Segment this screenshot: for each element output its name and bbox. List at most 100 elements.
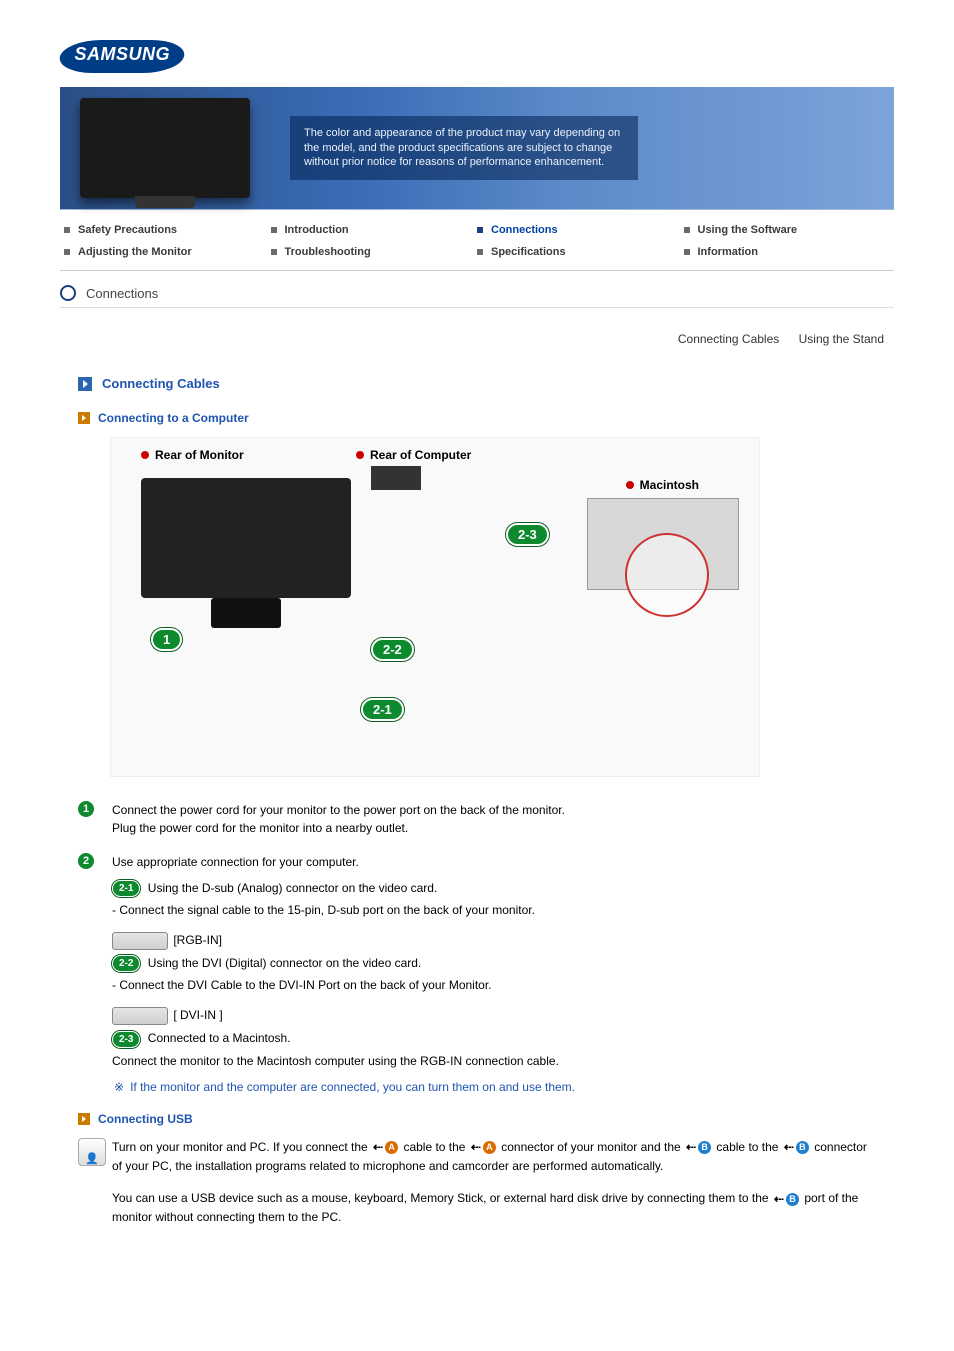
- arrow-square-icon: [78, 412, 90, 424]
- connection-note: ※ If the monitor and the computer are co…: [114, 1080, 894, 1094]
- nav-label: Adjusting the Monitor: [78, 246, 192, 258]
- nav-label: Connections: [491, 224, 558, 236]
- nav-label: Using the Software: [698, 224, 798, 236]
- nav-introduction[interactable]: Introduction: [271, 220, 478, 240]
- samsung-logo-text: SAMSUNG: [75, 44, 171, 65]
- diagram-monitor-back: [141, 478, 351, 598]
- step-text: Plug the power cord for the monitor into…: [112, 821, 408, 835]
- header-banner: The color and appearance of the product …: [60, 87, 894, 210]
- subtab-connecting-cables[interactable]: Connecting Cables: [678, 332, 779, 346]
- substep-head: Using the DVI (Digital) connector on the…: [148, 956, 421, 970]
- step-text: Use appropriate connection for your comp…: [112, 855, 359, 869]
- heading-connecting-cables: Connecting Cables: [78, 376, 894, 391]
- arrow-square-icon: [78, 1113, 90, 1125]
- nav-using-the-software[interactable]: Using the Software: [684, 220, 891, 240]
- substep-head: Connected to a Macintosh.: [148, 1031, 291, 1045]
- banner-note-text: The color and appearance of the product …: [290, 116, 638, 181]
- nav-label: Specifications: [491, 246, 566, 258]
- section-indicator: Connections: [60, 285, 894, 308]
- heading-text: Connecting Cables: [102, 376, 220, 391]
- step-body: Use appropriate connection for your comp…: [112, 853, 876, 871]
- square-bullet-icon: [684, 249, 690, 255]
- port-label: [RGB-IN]: [173, 933, 222, 947]
- ring-icon: [60, 285, 76, 301]
- diagram-badge-2-3: 2-3: [506, 523, 549, 546]
- badge-2-2: 2-2: [112, 955, 140, 972]
- subtab-using-the-stand[interactable]: Using the Stand: [799, 332, 884, 346]
- label-macintosh: Macintosh: [626, 478, 699, 492]
- square-bullet-icon: [477, 249, 483, 255]
- badge-2-1: 2-1: [112, 880, 140, 897]
- note-text: If the monitor and the computer are conn…: [130, 1080, 575, 1094]
- usb-b-cable-icon: ⇠B: [686, 1138, 711, 1157]
- nav-label: Troubleshooting: [285, 246, 371, 258]
- red-dot-icon: [356, 451, 364, 459]
- circle-2-icon: 2: [78, 853, 94, 869]
- step-2: 2 Use appropriate connection for your co…: [78, 853, 876, 871]
- usb-text: connector of your monitor and the: [501, 1140, 684, 1154]
- square-bullet-icon: [64, 249, 70, 255]
- diagram-badge-1: 1: [151, 628, 182, 651]
- diagram-computer-back: [371, 466, 421, 490]
- connection-diagram: Rear of Monitor Rear of Computer Macinto…: [110, 437, 760, 777]
- usb-text: cable to the: [716, 1140, 781, 1154]
- usb-b-port-icon: ⇠B: [774, 1190, 799, 1209]
- usb-section: 👤 Turn on your monitor and PC. If you co…: [78, 1138, 876, 1227]
- heading-text: Connecting USB: [98, 1112, 193, 1126]
- substep-2-3: 2-3 Connected to a Macintosh. Connect th…: [112, 1029, 876, 1069]
- usb-body: Turn on your monitor and PC. If you conn…: [112, 1138, 876, 1227]
- nav-information[interactable]: Information: [684, 242, 891, 262]
- square-bullet-icon: [64, 227, 70, 233]
- substep-2-2: 2-2 Using the DVI (Digital) connector on…: [112, 954, 876, 1025]
- usb-person-icon: 👤: [78, 1138, 112, 1227]
- label-rear-of-computer: Rear of Computer: [356, 448, 471, 462]
- nav-specifications[interactable]: Specifications: [477, 242, 684, 262]
- substep-2-1: 2-1 Using the D-sub (Analog) connector o…: [112, 879, 876, 950]
- square-bullet-icon: [271, 227, 277, 233]
- diagram-badge-2-1: 2-1: [361, 698, 404, 721]
- arrow-square-icon: [78, 377, 92, 391]
- nav-connections[interactable]: Connections: [477, 220, 684, 240]
- instruction-steps: 1 Connect the power cord for your monito…: [78, 801, 876, 1070]
- substep-head: Using the D-sub (Analog) connector on th…: [148, 881, 438, 895]
- red-dot-icon: [141, 451, 149, 459]
- step-number: 1: [78, 801, 112, 837]
- nav-label: Information: [698, 246, 759, 258]
- banner-monitor-image: [80, 98, 250, 198]
- heading-text: Connecting to a Computer: [98, 411, 249, 425]
- label-rear-of-monitor: Rear of Monitor: [141, 448, 244, 462]
- samsung-logo: SAMSUNG: [56, 40, 188, 73]
- badge-2-3: 2-3: [112, 1031, 140, 1048]
- nav-troubleshooting[interactable]: Troubleshooting: [271, 242, 478, 262]
- usb-text: cable to the: [403, 1140, 468, 1154]
- nav-adjusting-the-monitor[interactable]: Adjusting the Monitor: [64, 242, 271, 262]
- diagram-monitor-stand: [211, 598, 281, 628]
- sub-tabs: Connecting Cables Using the Stand: [60, 332, 884, 346]
- step-1: 1 Connect the power cord for your monito…: [78, 801, 876, 837]
- usb-text: Turn on your monitor and PC. If you conn…: [112, 1140, 371, 1154]
- step-number: 2: [78, 853, 112, 871]
- section-title: Connections: [86, 286, 158, 301]
- square-bullet-icon: [684, 227, 690, 233]
- nav-safety-precautions[interactable]: Safety Precautions: [64, 220, 271, 240]
- nav-label: Introduction: [285, 224, 349, 236]
- square-bullet-icon: [271, 249, 277, 255]
- diagram-mac-port-highlight: [625, 533, 709, 617]
- usb-text: You can use a USB device such as a mouse…: [112, 1191, 772, 1205]
- heading-connecting-usb: Connecting USB: [78, 1112, 894, 1126]
- substep-detail: Connect the monitor to the Macintosh com…: [112, 1052, 876, 1070]
- usb-a-connector-icon: ⇠A: [471, 1138, 496, 1157]
- step-body: Connect the power cord for your monitor …: [112, 801, 876, 837]
- rgb-in-port-icon: [112, 932, 168, 950]
- nav-label: Safety Precautions: [78, 224, 177, 236]
- top-navigation: Safety Precautions Introduction Connecti…: [60, 210, 894, 271]
- note-mark-icon: ※: [114, 1080, 124, 1094]
- substep-detail: - Connect the signal cable to the 15-pin…: [112, 901, 876, 919]
- usb-b-connector-icon: ⇠B: [784, 1138, 809, 1157]
- dvi-in-port-icon: [112, 1007, 168, 1025]
- port-label: [ DVI-IN ]: [173, 1008, 222, 1022]
- red-dot-icon: [626, 481, 634, 489]
- step-text: Connect the power cord for your monitor …: [112, 803, 565, 817]
- circle-1-icon: 1: [78, 801, 94, 817]
- substep-detail: - Connect the DVI Cable to the DVI-IN Po…: [112, 976, 876, 994]
